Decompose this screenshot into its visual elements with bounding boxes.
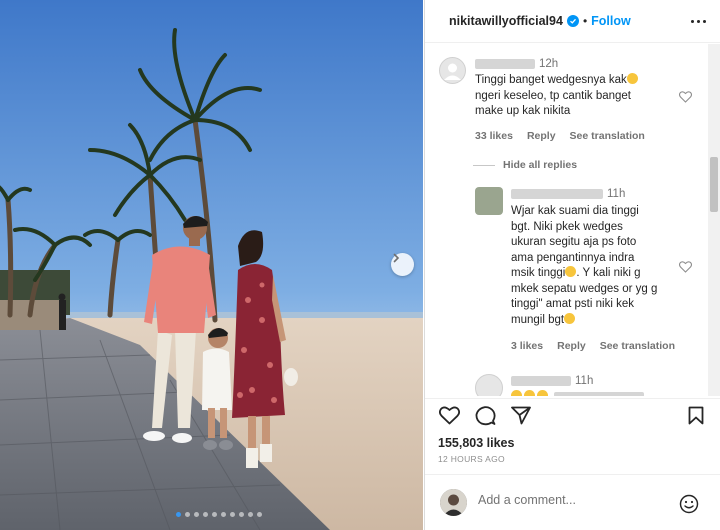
carousel-dot xyxy=(239,512,244,517)
save-bookmark-icon[interactable] xyxy=(688,406,704,425)
reply-line: ama pengantinnya indra xyxy=(511,251,635,264)
emoji-icon xyxy=(537,390,548,396)
post-header: nikitawillyofficial94 • Follow xyxy=(425,0,720,43)
carousel-dot xyxy=(212,512,217,517)
comment-text: Tinggi banget wedgesnya kak ngeri kesele… xyxy=(475,73,638,120)
grinning-emoji-icon xyxy=(565,266,577,277)
emoji-icon xyxy=(524,390,535,396)
comment-icon[interactable] xyxy=(475,406,496,426)
like-heart-icon[interactable] xyxy=(439,406,460,425)
add-comment-bar xyxy=(425,474,720,530)
reply-likes[interactable]: 3 likes xyxy=(511,340,543,352)
like-comment-heart-icon[interactable] xyxy=(679,91,692,103)
hide-replies-divider xyxy=(473,164,495,166)
carousel-dots xyxy=(176,512,262,517)
current-user-avatar xyxy=(440,489,467,516)
post-side-panel: nikitawillyofficial94 • Follow 12h Tingg… xyxy=(424,0,720,530)
follow-button[interactable]: Follow xyxy=(591,14,631,28)
reply-text: Wjar kak suami dia tinggi bgt. Niki pkek… xyxy=(511,204,657,328)
comments-scrollbar[interactable] xyxy=(708,44,720,396)
see-translation-button[interactable]: See translation xyxy=(570,130,645,142)
reply-button[interactable]: Reply xyxy=(557,340,586,352)
reply-time[interactable]: 11h xyxy=(575,375,593,387)
emoji-icon xyxy=(511,390,522,396)
reply-line: tinggi" amat psti niki kek xyxy=(511,298,634,310)
hide-replies-label: Hide all replies xyxy=(503,159,578,171)
carousel-dot xyxy=(194,512,199,517)
scrollbar-thumb[interactable] xyxy=(710,157,718,212)
blurred-username[interactable] xyxy=(511,189,603,199)
more-options-icon[interactable] xyxy=(691,19,706,23)
blurred-username[interactable] xyxy=(511,376,571,386)
grinning-emoji-icon xyxy=(564,312,576,324)
reply-meta: 3 likes Reply See translation xyxy=(511,340,675,352)
comment-line: ngeri keseleo, tp cantik banget xyxy=(475,89,631,102)
post-photo[interactable] xyxy=(0,0,423,530)
reply-line: . Y kali niki g xyxy=(576,267,641,279)
reply-time[interactable]: 11h xyxy=(607,188,625,200)
reply-avatar[interactable] xyxy=(475,374,503,396)
reply-line: Wjar kak suami dia tinggi xyxy=(511,205,639,217)
carousel-dot xyxy=(176,512,181,517)
reply-line: mkek sepatu wedges or yg g xyxy=(511,282,658,295)
comment-time[interactable]: 12h xyxy=(539,58,558,70)
header-separator: • xyxy=(582,14,588,28)
reply-line: mungil bgt xyxy=(511,313,565,326)
username-link[interactable]: nikitawillyofficial94 xyxy=(449,14,563,28)
reply-line: msik tinggi xyxy=(511,267,566,279)
carousel-dot xyxy=(230,512,235,517)
carousel-dot xyxy=(257,512,262,517)
reply-line: bgt. Niki pkek wedges xyxy=(511,220,623,233)
verified-badge-icon xyxy=(566,15,579,27)
carousel-dot xyxy=(221,512,226,517)
emoji-picker-icon[interactable] xyxy=(679,494,699,514)
photo-image xyxy=(0,0,423,530)
add-comment-input[interactable] xyxy=(478,493,668,507)
reply-button[interactable]: Reply xyxy=(527,130,556,142)
reply-emoji-row xyxy=(511,390,644,396)
comment-meta: 33 likes Reply See translation xyxy=(475,130,645,142)
carousel-dot xyxy=(248,512,253,517)
comments-list[interactable]: 12h Tinggi banget wedgesnya kak ngeri ke… xyxy=(425,44,709,396)
post-actions xyxy=(425,398,720,428)
carousel-next-button[interactable] xyxy=(391,253,414,276)
astonished-emoji-icon xyxy=(626,73,638,84)
reply-line: ukuran segitu aja ps foto xyxy=(511,236,637,248)
comment-line: Tinggi banget wedgesnya kak xyxy=(475,74,627,86)
post-timestamp[interactable]: 12 HOURS AGO xyxy=(438,454,505,464)
blurred-username[interactable] xyxy=(475,59,535,69)
reply-avatar[interactable] xyxy=(475,187,503,215)
default-avatar-icon xyxy=(444,63,461,80)
commenter-avatar[interactable] xyxy=(439,57,466,84)
comment-line: make up kak nikita xyxy=(475,105,571,117)
share-icon[interactable] xyxy=(511,406,531,425)
see-translation-button[interactable]: See translation xyxy=(600,340,675,352)
carousel-dot xyxy=(203,512,208,517)
likes-count[interactable]: 155,803 likes xyxy=(438,436,514,450)
comment-likes[interactable]: 33 likes xyxy=(475,130,513,142)
chevron-right-icon xyxy=(393,253,400,263)
like-reply-heart-icon[interactable] xyxy=(679,261,692,273)
carousel-dot xyxy=(185,512,190,517)
blurred-text xyxy=(554,392,644,396)
hide-replies-button[interactable]: Hide all replies xyxy=(473,159,577,171)
